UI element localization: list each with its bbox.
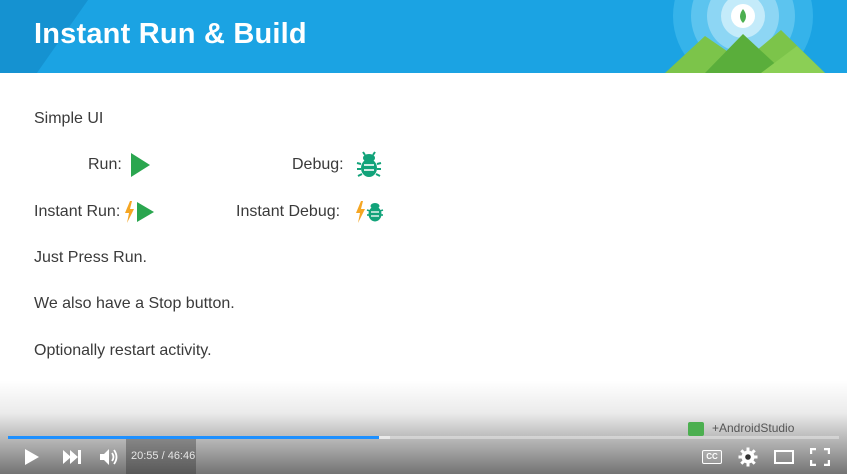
volume-icon [100, 448, 118, 465]
slide-header: Instant Run & Build [0, 0, 847, 73]
volume-button[interactable] [94, 439, 124, 474]
fullscreen-icon [810, 447, 830, 466]
theater-icon [774, 449, 794, 464]
debug-label: Debug: [292, 156, 344, 173]
play-button[interactable] [14, 439, 48, 474]
cc-icon: CC [702, 449, 722, 464]
next-button[interactable] [56, 439, 88, 474]
slide-line-2: We also have a Stop button. [34, 295, 235, 312]
theater-mode-button[interactable] [771, 439, 797, 474]
run-label: Run: [88, 156, 122, 173]
settings-button[interactable] [735, 439, 761, 474]
slide-line-1: Just Press Run. [34, 249, 147, 266]
instant-debug-label: Instant Debug: [236, 203, 341, 220]
captions-button[interactable]: CC [700, 439, 724, 474]
instant-run-label: Instant Run: [34, 203, 121, 220]
player-controls: 20:55 / 46:46 CC [0, 439, 847, 474]
slide-title: Instant Run & Build [34, 18, 307, 50]
social-tag: +AndroidStudio [712, 421, 795, 435]
time-display: 20:55 / 46:46 [131, 450, 196, 462]
play-triangle-icon [131, 153, 150, 177]
slide-subtitle: Simple UI [34, 110, 104, 127]
slide-line-3: Optionally restart activity. [34, 342, 212, 359]
next-icon [63, 449, 81, 464]
fullscreen-button[interactable] [806, 439, 834, 474]
play-icon [25, 448, 39, 465]
lightning-play-icon [125, 201, 154, 223]
bug-icon [356, 151, 382, 177]
gplus-icon [688, 422, 704, 436]
lightning-bug-icon [356, 201, 384, 223]
android-studio-art [665, 0, 825, 73]
gear-icon [738, 447, 758, 466]
